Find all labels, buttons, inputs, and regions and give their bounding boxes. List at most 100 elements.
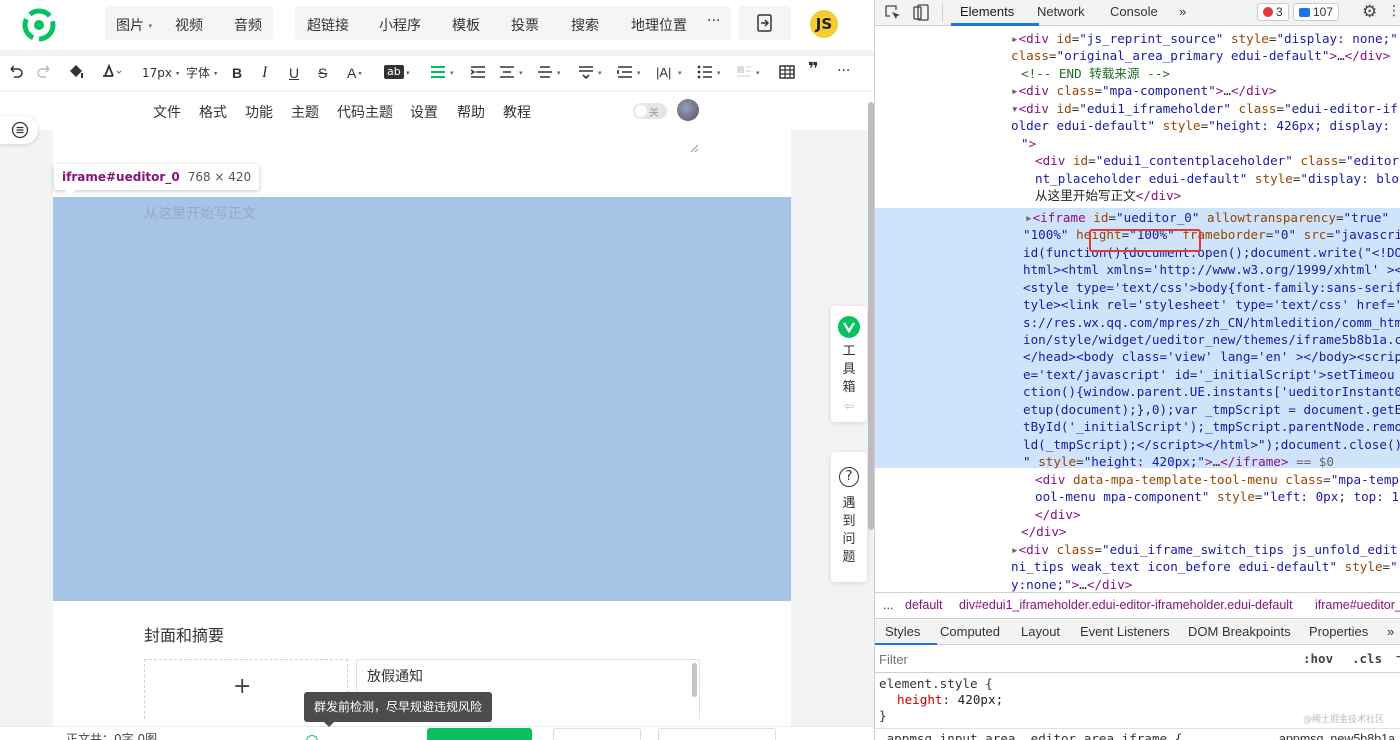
bg-color-button[interactable]: ab	[384, 65, 404, 79]
menu-function[interactable]: 功能	[245, 102, 273, 122]
more-tabs-icon[interactable]: »	[1179, 4, 1186, 19]
outline-button[interactable]	[0, 116, 38, 144]
dom-line[interactable]: " style="height: 420px;">…</iframe> == $…	[1023, 453, 1400, 470]
menu-format[interactable]: 格式	[199, 102, 227, 122]
insert-miniprogram[interactable]: 小程序	[379, 15, 421, 35]
dom-line[interactable]: nt_placeholder edui-default" style="disp…	[1035, 170, 1400, 187]
insert-search[interactable]: 搜索	[571, 15, 599, 35]
help-panel[interactable]: ? 遇 到 问 题	[831, 452, 867, 582]
menu-code-theme[interactable]: 代码主题	[337, 102, 393, 122]
editor-placeholder[interactable]: 从这里开始写正文	[144, 203, 256, 223]
clear-format-icon[interactable]	[100, 63, 122, 84]
strikethrough-button[interactable]: S	[318, 64, 327, 82]
line-height-dropdown-icon[interactable]: ▾	[557, 64, 561, 82]
dom-comment[interactable]: <!-- END 转载来源 -->	[1021, 65, 1400, 82]
element-style-declaration[interactable]: height: 420px;	[897, 692, 1003, 708]
dom-line[interactable]: s://res.wx.qq.com/mpres/zh_CN/htmleditio…	[1023, 314, 1400, 331]
dom-line[interactable]: e='text/javascript' id='_initialScript'>…	[1023, 366, 1400, 383]
dom-line[interactable]: ion/style/widget/ueditor_new/themes/ifra…	[1023, 331, 1400, 348]
risk-check-shield-icon[interactable]	[306, 735, 318, 740]
line-height-icon[interactable]	[537, 65, 553, 84]
device-toolbar-icon[interactable]	[913, 4, 929, 25]
iframe-highlight[interactable]	[53, 197, 791, 601]
dom-line[interactable]: tyle><link rel='stylesheet' type='text/c…	[1023, 296, 1400, 313]
font-color-button[interactable]: A ▾	[347, 64, 362, 83]
letter-spacing-button[interactable]: |A|	[656, 64, 671, 82]
toggle-switch[interactable]: 关	[633, 103, 667, 119]
dom-line[interactable]: ▸<div id="js_reprint_source" style="disp…	[1011, 30, 1400, 47]
dom-tree[interactable]: ▸<div id="js_reprint_source" style="disp…	[875, 26, 1400, 592]
more-style-tabs-icon[interactable]: »	[1387, 624, 1394, 639]
insert-location[interactable]: 地理位置	[631, 15, 687, 35]
insert-video[interactable]: 视频	[175, 15, 203, 35]
dom-line[interactable]: "100%" height="100%" frameborder="0" src…	[1023, 226, 1400, 243]
save-draft-button[interactable]	[658, 728, 776, 740]
kebab-menu-icon[interactable]: ⋮	[1387, 3, 1400, 19]
crumb-iframeholder[interactable]: div#edui1_iframeholder.edui-editor-ifram…	[959, 593, 1293, 617]
quote-icon[interactable]: ❞	[808, 61, 819, 79]
letter-spacing-dropdown-icon[interactable]: ▾	[678, 64, 682, 82]
table-icon[interactable]	[779, 65, 795, 84]
hover-state-toggle[interactable]: :hov	[1303, 651, 1333, 666]
dom-line[interactable]: class="original_area_primary edui-defaul…	[1011, 47, 1400, 64]
dom-line[interactable]: <div id="edui1_contentplaceholder" class…	[1035, 152, 1400, 169]
edge-spacing-dropdown-icon[interactable]: ▾	[637, 64, 641, 82]
dom-line[interactable]: id(function(){document.open();document.w…	[1023, 244, 1400, 261]
preview-button[interactable]	[553, 728, 641, 740]
resize-handle-icon[interactable]	[690, 142, 699, 157]
dom-line[interactable]: ▾<div id="edui1_iframeholder" class="edu…	[1011, 100, 1400, 117]
dom-line[interactable]: y:none;">…</div>	[1011, 576, 1400, 593]
user-avatar[interactable]	[677, 99, 699, 121]
menu-file[interactable]: 文件	[153, 102, 181, 122]
font-size-select[interactable]: 17px ▾	[142, 64, 179, 83]
tab-layout[interactable]: Layout	[1021, 624, 1060, 639]
tab-styles[interactable]: Styles	[885, 624, 920, 639]
underline-button[interactable]: U	[289, 64, 299, 82]
style-value[interactable]: 420px;	[958, 692, 1004, 707]
dom-line[interactable]: ni_tips weak_text icon_before edui-defau…	[1011, 558, 1400, 575]
paragraph-spacing-icon[interactable]	[578, 65, 594, 84]
import-doc-icon[interactable]	[757, 14, 773, 36]
dom-line[interactable]: ction(){window.parent.UE.instants['uedit…	[1023, 383, 1400, 400]
dom-line[interactable]: ▸<div class="mpa-component">…</div>	[1011, 82, 1400, 99]
tab-properties[interactable]: Properties	[1309, 624, 1368, 639]
menu-tutorial[interactable]: 教程	[503, 102, 531, 122]
tab-computed[interactable]: Computed	[940, 624, 1000, 639]
tab-event-listeners[interactable]: Event Listeners	[1080, 624, 1170, 639]
insert-link[interactable]: 超链接	[307, 15, 349, 35]
bold-button[interactable]: B	[232, 64, 242, 82]
error-badge[interactable]: 3	[1257, 3, 1289, 21]
dom-line[interactable]: </div>	[1035, 506, 1400, 523]
dom-line[interactable]: </div>	[1021, 523, 1400, 540]
collapse-arrow-icon[interactable]: ⇦	[831, 397, 867, 415]
dom-line[interactable]: </head><body class='view' lang='en' ></b…	[1023, 348, 1400, 365]
crumb-default[interactable]: default	[905, 593, 943, 617]
insert-template[interactable]: 模板	[452, 15, 480, 35]
more-icon[interactable]: ···	[707, 13, 720, 29]
align-center-dropdown-icon[interactable]: ▾	[519, 64, 523, 82]
add-cover-icon[interactable]: +	[233, 672, 251, 702]
undo-icon[interactable]	[8, 63, 24, 84]
next-rule-source-link[interactable]: appmsg_new5b8b1a	[1279, 731, 1395, 740]
dom-selected-iframe[interactable]: ▸<iframe id="ueditor_0" allowtransparenc…	[1025, 209, 1400, 226]
element-style-selector[interactable]: element.style {	[879, 676, 993, 692]
menu-settings[interactable]: 设置	[410, 102, 438, 122]
redo-icon[interactable]	[36, 63, 52, 84]
align-left-icon[interactable]	[430, 65, 446, 84]
menu-theme[interactable]: 主题	[291, 102, 319, 122]
publish-button[interactable]	[427, 728, 532, 740]
dom-line[interactable]: 从这里开始写正文</div>	[1035, 187, 1400, 204]
insert-vote[interactable]: 投票	[511, 15, 539, 35]
toolbox-panel[interactable]: 工 具 箱 ⇦	[831, 306, 867, 422]
styles-filter-input[interactable]	[879, 649, 1159, 669]
format-painter-icon[interactable]	[68, 63, 86, 84]
inspect-element-icon[interactable]	[885, 5, 901, 25]
dom-line[interactable]: ool-menu mpa-component" style="left: 0px…	[1035, 488, 1400, 505]
font-family-select[interactable]: 字体 ▾	[186, 64, 217, 83]
insert-image[interactable]: 图片 ▾	[116, 15, 152, 35]
style-property[interactable]: height	[897, 692, 943, 707]
dom-line[interactable]: ld(_tmpScript);</script></html>");docume…	[1023, 436, 1400, 453]
dom-line[interactable]: ▸<div class="edui_iframe_switch_tips js_…	[1011, 541, 1400, 558]
align-center-icon[interactable]	[499, 65, 515, 84]
tab-dom-breakpoints[interactable]: DOM Breakpoints	[1188, 624, 1291, 639]
